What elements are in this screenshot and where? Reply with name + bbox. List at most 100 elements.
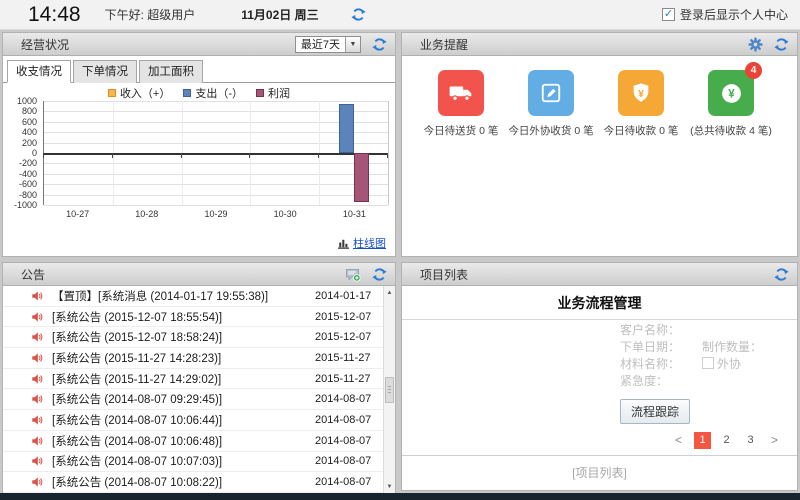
- announcement-text: [系统公告 (2014-08-07 10:06:44)]: [52, 412, 222, 428]
- announcement-row[interactable]: [系统公告 (2015-11-27 14:28:23)]2015-11-27: [3, 348, 383, 369]
- bar-chart-icon: [337, 237, 350, 250]
- announcement-date: 2014-08-07: [315, 414, 371, 426]
- tile-label: 今日待收款 0 笔: [596, 123, 686, 138]
- announcement-row[interactable]: [系统公告 (2014-08-07 09:29:45)]2014-08-07: [3, 389, 383, 410]
- chart-type-link-wrap: 柱线图: [337, 235, 386, 251]
- gear-icon[interactable]: [748, 37, 763, 52]
- announcement-text: 【置顶】[系统消息 (2014-01-17 19:55:38)]: [52, 288, 268, 304]
- scroll-up-icon[interactable]: ▲: [384, 286, 395, 299]
- business-status-header: 经营状况 最近7天 ▼: [3, 33, 395, 56]
- announcement-date: 2014-08-07: [315, 455, 371, 467]
- add-comment-icon[interactable]: [345, 267, 361, 282]
- announcement-row[interactable]: [系统公告 (2014-08-07 10:06:48)]2014-08-07: [3, 431, 383, 452]
- gridline: [44, 195, 388, 196]
- chart-tabs: 收支情况下单情况加工面积: [3, 60, 395, 83]
- announcement-row[interactable]: [系统公告 (2015-11-27 14:29:02)] 2015-11-27: [3, 369, 383, 390]
- reminder-tile[interactable]: ¥ 今日待收款 0 笔: [596, 70, 686, 138]
- y-tick-label: 0: [7, 148, 37, 158]
- refresh-icon[interactable]: [372, 267, 387, 282]
- legend-label: 收入（+）: [120, 85, 170, 101]
- announcement-text: [系统公告 (2015-12-07 18:58:24)]: [52, 329, 222, 345]
- speaker-icon: [31, 414, 43, 426]
- reminder-tile[interactable]: 今日待送货 0 笔: [416, 70, 506, 138]
- gridline: [44, 174, 388, 175]
- speaker-icon: [31, 393, 43, 405]
- announcement-date: 2014-01-17: [315, 290, 371, 302]
- announcement-row[interactable]: [系统公告 (2015-12-07 18:55:54)] 2015-12-07: [3, 307, 383, 328]
- pagination-prev[interactable]: <: [670, 432, 687, 449]
- top-bar: 14:48 下午好: 超级用户 11月02日 周三 ✓ 登录后显示个人中心: [0, 0, 800, 30]
- tab-2[interactable]: 加工面积: [139, 60, 203, 83]
- reminder-tiles: 今日待送货 0 笔今日外协收货 0 笔 ¥ 今日待收款 0 笔¥4(总共待收款 4 …: [402, 56, 797, 138]
- announcement-date: 2015-11-27: [315, 352, 370, 364]
- legend-item: 支出（-）: [183, 85, 243, 101]
- announcement-row[interactable]: [系统公告 (2015-12-07 18:58:24)] 2015-12-07: [3, 327, 383, 348]
- checkbox-icon[interactable]: ✓: [662, 8, 675, 21]
- announcement-list: 【置顶】[系统消息 (2014-01-17 19:55:38)] 2014-01-…: [3, 286, 383, 493]
- business-reminders-panel: 业务提醒 今日待送货 0 笔今日外协收货 0 笔 ¥ 今日待收款 0 笔¥4(总共待…: [401, 32, 798, 257]
- yen-shield-icon[interactable]: ¥: [618, 70, 664, 116]
- reminder-tile[interactable]: ¥4(总共待收款 4 笔): [686, 70, 776, 138]
- announcement-row[interactable]: [系统公告 (2014-08-07 10:08:22)]2014-08-07: [3, 472, 383, 493]
- y-tick-label: 200: [7, 138, 37, 148]
- outsource-label: 外协: [717, 355, 741, 372]
- announcement-row[interactable]: [系统公告 (2014-08-07 10:06:44)] 2014-08-07: [3, 410, 383, 431]
- urgency-label: 紧急度：: [620, 372, 668, 389]
- pagination-page-2[interactable]: 2: [718, 432, 735, 449]
- x-tick-label: 10-28: [112, 209, 181, 219]
- panel-title: 公告: [21, 266, 45, 283]
- personal-center-checkbox[interactable]: ✓ 登录后显示个人中心: [662, 6, 788, 23]
- scrollbar[interactable]: ▲ ▼: [383, 286, 395, 493]
- tab-1[interactable]: 下单情况: [73, 60, 137, 83]
- announcement-date: 2015-12-07: [315, 311, 371, 323]
- refresh-icon[interactable]: [774, 37, 789, 52]
- announcement-date: 2015-12-07: [315, 331, 371, 343]
- x-tick-label: 10-29: [181, 209, 250, 219]
- speaker-icon: [31, 331, 43, 343]
- scroll-down-icon[interactable]: ▼: [384, 480, 395, 493]
- announcement-text: [系统公告 (2015-12-07 18:55:54)]: [52, 309, 222, 325]
- refresh-icon[interactable]: [774, 267, 789, 282]
- date-display: 11月02日 周三: [241, 6, 318, 23]
- checkbox-icon[interactable]: [702, 357, 714, 369]
- quantity-label: 制作数量：: [702, 338, 762, 355]
- speaker-icon: [31, 435, 43, 447]
- refresh-icon[interactable]: [351, 7, 366, 22]
- scrollbar-thumb[interactable]: [385, 377, 394, 403]
- outsource-checkbox[interactable]: 外协: [702, 355, 741, 372]
- customer-label: 客户名称：: [620, 321, 680, 338]
- tab-0[interactable]: 收支情况: [7, 60, 71, 83]
- chart-type-link[interactable]: 柱线图: [353, 235, 386, 251]
- announcement-text: [系统公告 (2014-08-07 10:07:03)]: [52, 453, 222, 469]
- truck-icon[interactable]: [438, 70, 484, 116]
- greeting-text: 下午好: 超级用户: [105, 6, 196, 23]
- announcement-row[interactable]: [系统公告 (2014-08-07 10:07:03)] 2014-08-07: [3, 452, 383, 473]
- y-tick-label: -200: [7, 158, 37, 168]
- pagination-page-3[interactable]: 3: [742, 432, 759, 449]
- x-tick-mark: [318, 153, 319, 158]
- x-tick-mark: [249, 153, 250, 158]
- business-reminders-header: 业务提醒: [402, 33, 797, 56]
- announcement-date: 2015-11-27: [315, 373, 370, 385]
- chart-area: 收支情况下单情况加工面积 收入（+）支出（-）利润 10008006004002…: [3, 56, 395, 256]
- announcement-text: [系统公告 (2015-11-27 14:29:02)]: [52, 371, 221, 387]
- gridline: [44, 111, 388, 112]
- announcement-row[interactable]: 【置顶】[系统消息 (2014-01-17 19:55:38)] 2014-01-…: [3, 286, 383, 307]
- gridline: [44, 163, 388, 164]
- order-date-label: 下单日期：: [620, 338, 680, 355]
- pagination-page-1[interactable]: 1: [694, 432, 711, 449]
- edit-icon[interactable]: [528, 70, 574, 116]
- pagination-next[interactable]: >: [766, 432, 783, 449]
- refresh-icon[interactable]: [372, 37, 387, 52]
- speaker-icon: [31, 352, 43, 364]
- announcements-panel: 公告 【置顶】[系统消息 (2014-01-17 19:55:38)] 2014-…: [2, 262, 396, 493]
- window-bottom-edge: [0, 493, 800, 500]
- announcements-header: 公告: [3, 263, 395, 286]
- reminder-tile[interactable]: 今日外协收货 0 笔: [506, 70, 596, 138]
- yen-circle-icon[interactable]: ¥4: [708, 70, 754, 116]
- announcement-text: [系统公告 (2014-08-07 10:06:48)]: [52, 433, 222, 449]
- tile-label: 今日外协收货 0 笔: [506, 123, 596, 138]
- process-track-button[interactable]: 流程跟踪: [620, 399, 690, 424]
- legend-item: 收入（+）: [108, 85, 170, 101]
- date-range-select[interactable]: 最近7天 ▼: [295, 36, 361, 53]
